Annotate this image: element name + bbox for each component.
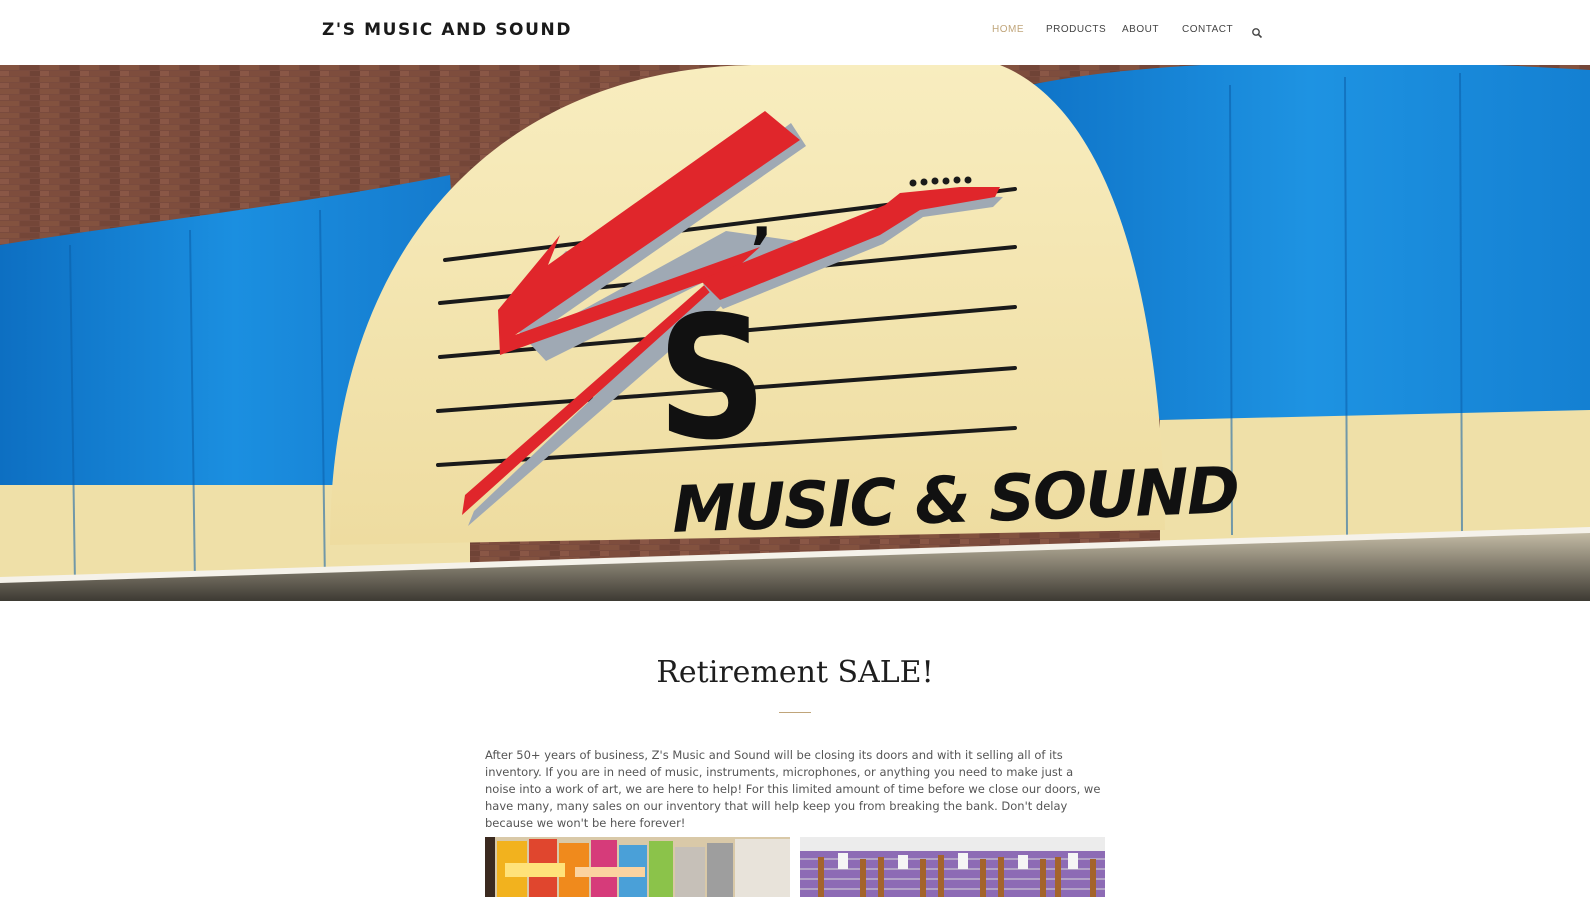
guitar-wall-photo[interactable]	[800, 837, 1105, 897]
main-content: Retirement SALE! After 50+ years of busi…	[0, 601, 1590, 897]
intro-paragraph: After 50+ years of business, Z's Music a…	[485, 748, 1101, 830]
search-icon[interactable]	[1251, 26, 1263, 39]
sign-s: S	[657, 280, 767, 478]
nav-products[interactable]: PRODUCTS	[1046, 24, 1106, 35]
storefront-sign-photo: ’ S MUSIC & SOUND	[0, 65, 1590, 601]
sheet-music-photo[interactable]	[485, 837, 790, 897]
nav-about[interactable]: ABOUT	[1122, 24, 1159, 35]
nav-home[interactable]: HOME	[992, 24, 1024, 35]
page-title: Retirement SALE!	[656, 655, 934, 690]
sign-apostrophe: ’	[750, 215, 773, 285]
hero-image: ’ S MUSIC & SOUND	[0, 65, 1590, 601]
site-header: Z'S MUSIC AND SOUND HOME PRODUCTS ABOUT …	[0, 0, 1590, 65]
main-nav: HOME PRODUCTS ABOUT CONTACT	[0, 24, 1590, 44]
nav-contact[interactable]: CONTACT	[1182, 24, 1233, 35]
title-divider	[779, 712, 811, 713]
